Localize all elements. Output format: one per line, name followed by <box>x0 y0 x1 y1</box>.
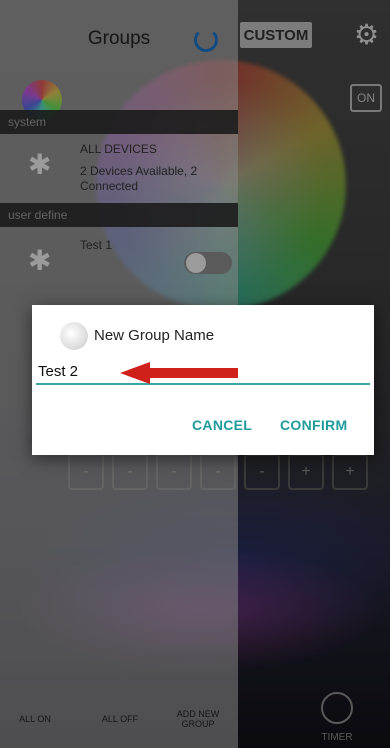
new-group-dialog: New Group Name CANCEL CONFIRM <box>32 305 374 455</box>
arrow-annotation-icon <box>120 362 238 384</box>
confirm-button[interactable]: CONFIRM <box>280 417 347 433</box>
cancel-button[interactable]: CANCEL <box>192 417 252 433</box>
dialog-icon <box>60 322 88 350</box>
dialog-title: New Group Name <box>94 327 215 344</box>
